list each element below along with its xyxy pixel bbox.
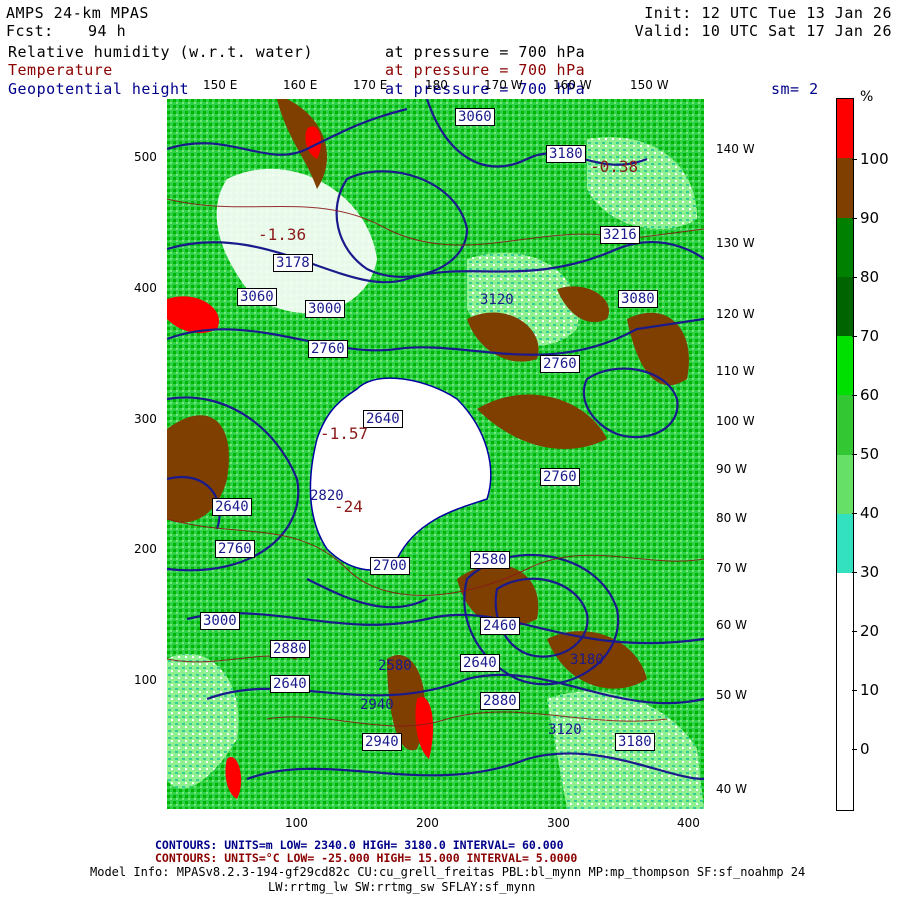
x-axis-label: 100 [285, 816, 308, 830]
smoothing-label: sm= 2 [771, 80, 819, 98]
forecast-label: Fcst: [6, 22, 54, 40]
lon-label-right: 40 W [716, 782, 747, 796]
lon-label-right: 60 W [716, 618, 747, 632]
colorbar-segment [837, 395, 853, 455]
x-axis-label: 200 [416, 816, 439, 830]
forecast-hours: 94 h [88, 22, 127, 40]
colorbar-tick [852, 454, 857, 455]
init-time: Init: 12 UTC Tue 13 Jan 26 [644, 4, 892, 22]
model-title: AMPS 24-km MPAS [6, 4, 149, 22]
lon-label-right: 110 W [716, 364, 755, 378]
colorbar-label: 100 [860, 150, 889, 168]
colorbar-label: 60 [860, 386, 880, 404]
lon-label-right: 80 W [716, 511, 747, 525]
footer-model-info-2: LW:rrtmg_lw SW:rrtmg_sw SFLAY:sf_mynn [268, 880, 536, 894]
colorbar-tick [852, 159, 857, 160]
colorbar-segment [837, 276, 853, 336]
lon-label-top: 150 W [630, 78, 669, 92]
colorbar-segment [837, 336, 853, 396]
lon-label-right: 130 W [716, 236, 755, 250]
y-axis-label: 400 [134, 281, 157, 295]
colorbar-segment [837, 632, 853, 692]
colorbar-segment [837, 750, 853, 810]
colorbar-label: 20 [860, 622, 880, 640]
colorbar-label: 40 [860, 504, 880, 522]
colorbar-tick [852, 513, 857, 514]
lon-label-top: 170 E [353, 78, 388, 92]
colorbar-segment [837, 158, 853, 218]
field-temp-level: at pressure = 700 hPa [385, 61, 586, 79]
y-axis-label: 500 [134, 150, 157, 164]
field-rh-name: Relative humidity (w.r.t. water) [8, 43, 313, 61]
colorbar-tick [852, 336, 857, 337]
field-temp-name: Temperature [8, 61, 113, 79]
weather-map [167, 99, 704, 809]
valid-time: Valid: 10 UTC Sat 17 Jan 26 [634, 22, 892, 40]
field-height-name: Geopotential height [8, 80, 190, 98]
lon-label-right: 50 W [716, 688, 747, 702]
colorbar-segment [837, 454, 853, 514]
y-axis-label: 200 [134, 542, 157, 556]
colorbar-segment [837, 217, 853, 277]
lon-label-top: 160 E [283, 78, 318, 92]
colorbar-segment [837, 99, 853, 159]
colorbar-tick [852, 749, 857, 750]
colorbar-label: 30 [860, 563, 880, 581]
x-axis-label: 400 [677, 816, 700, 830]
footer-model-info: Model Info: MPASv8.2.3-194-gf29cd82c CU:… [90, 865, 806, 879]
colorbar-label: 0 [860, 740, 870, 758]
lon-label-right: 90 W [716, 462, 747, 476]
colorbar-segment [837, 513, 853, 573]
colorbar-tick [852, 277, 857, 278]
y-axis-label: 100 [134, 673, 157, 687]
colorbar-label: 10 [860, 681, 880, 699]
lon-label-top: 180 [425, 78, 448, 92]
map-panel [167, 99, 704, 809]
field-rh-level: at pressure = 700 hPa [385, 43, 586, 61]
lon-label-top: 170 W [484, 78, 523, 92]
footer-height-contours: CONTOURS: UNITS=m LOW= 2340.0 HIGH= 3180… [155, 838, 564, 852]
colorbar-label: 70 [860, 327, 880, 345]
x-axis-label: 300 [547, 816, 570, 830]
colorbar-segment [837, 691, 853, 751]
footer-temp-contours: CONTOURS: UNITS=°C LOW= -25.000 HIGH= 15… [155, 851, 578, 865]
colorbar-tick [852, 690, 857, 691]
colorbar-label: 90 [860, 209, 880, 227]
lon-label-top: 150 E [203, 78, 238, 92]
lon-label-right: 100 W [716, 414, 755, 428]
colorbar-tick [852, 395, 857, 396]
colorbar-tick [852, 572, 857, 573]
lon-label-top: 160 W [553, 78, 592, 92]
colorbar-label: 80 [860, 268, 880, 286]
lon-label-right: 70 W [716, 561, 747, 575]
colorbar-label: 50 [860, 445, 880, 463]
y-axis-label: 300 [134, 412, 157, 426]
colorbar-segment [837, 573, 853, 633]
colorbar-tick [852, 631, 857, 632]
lon-label-right: 140 W [716, 142, 755, 156]
colorbar-unit: % [860, 89, 874, 105]
colorbar-tick [852, 218, 857, 219]
lon-label-right: 120 W [716, 307, 755, 321]
